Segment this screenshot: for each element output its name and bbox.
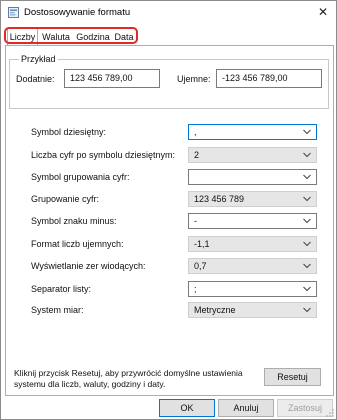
decimal-digits-dropdown[interactable]: 2 xyxy=(188,147,317,163)
measurement-system-dropdown[interactable]: Metryczne xyxy=(188,302,317,318)
digit-grouping-dropdown[interactable]: 123 456 789 xyxy=(188,191,317,207)
positive-example-field: 123 456 789,00 xyxy=(64,69,160,88)
ok-button[interactable]: OK xyxy=(159,399,215,417)
chevron-down-icon xyxy=(303,196,311,202)
example-legend: Przykład xyxy=(19,54,58,64)
decimal-digits-label: Liczba cyfr po symbolu dziesiętnym: xyxy=(31,150,176,160)
leading-zeros-label: Wyświetlanie zer wiodących: xyxy=(31,261,146,271)
negative-example-field: -123 456 789,00 xyxy=(216,69,322,88)
tab-data[interactable]: Data xyxy=(112,30,136,44)
title-bar: Dostosowywanie formatu ✕ xyxy=(1,1,336,25)
measurement-system-label: System miar: xyxy=(31,305,84,315)
chevron-down-icon xyxy=(303,286,311,292)
close-icon: ✕ xyxy=(317,5,329,19)
negative-format-dropdown[interactable]: -1,1 xyxy=(188,236,317,252)
close-button[interactable]: ✕ xyxy=(314,3,332,21)
grouping-symbol-label: Symbol grupowania cyfr: xyxy=(31,172,130,182)
chevron-down-icon xyxy=(303,307,311,313)
negative-format-label: Format liczb ujemnych: xyxy=(31,239,124,249)
app-icon xyxy=(8,7,19,18)
tab-liczby[interactable]: Liczby xyxy=(7,28,38,45)
dialog-window: Dostosowywanie formatu ✕ Liczby Waluta G… xyxy=(0,0,337,420)
chevron-down-icon xyxy=(303,241,311,247)
chevron-down-icon xyxy=(303,152,311,158)
positive-label: Dodatnie: xyxy=(16,74,55,84)
decimal-digits-value: 2 xyxy=(194,150,200,160)
window-title: Dostosowywanie formatu xyxy=(24,7,131,18)
apply-button[interactable]: Zastosuj xyxy=(277,399,333,417)
list-separator-combo[interactable]: ; xyxy=(188,281,317,297)
minus-sign-value: - xyxy=(194,216,197,226)
reset-description: Kliknij przycisk Resetuj, aby przywrócić… xyxy=(14,368,243,389)
tab-waluta[interactable]: Waluta xyxy=(38,30,74,44)
chevron-down-icon xyxy=(303,129,311,135)
cancel-button[interactable]: Anuluj xyxy=(218,399,274,417)
minus-sign-label: Symbol znaku minus: xyxy=(31,216,117,226)
chevron-down-icon xyxy=(303,218,311,224)
digit-grouping-label: Grupowanie cyfr: xyxy=(31,194,100,204)
decimal-symbol-combo[interactable]: , xyxy=(188,124,317,140)
measurement-system-value: Metryczne xyxy=(194,305,236,315)
list-separator-label: Separator listy: xyxy=(31,284,92,294)
list-separator-value: ; xyxy=(194,284,197,294)
leading-zeros-value: 0,7 xyxy=(194,261,207,271)
chevron-down-icon xyxy=(303,263,311,269)
decimal-symbol-label: Symbol dziesiętny: xyxy=(31,127,107,137)
chevron-down-icon xyxy=(303,174,311,180)
negative-label: Ujemne: xyxy=(177,74,211,84)
negative-format-value: -1,1 xyxy=(194,239,210,249)
minus-sign-combo[interactable]: - xyxy=(188,213,317,229)
digit-grouping-value: 123 456 789 xyxy=(194,194,245,204)
resize-grip-icon[interactable] xyxy=(326,409,334,417)
grouping-symbol-combo[interactable] xyxy=(188,169,317,185)
leading-zeros-dropdown[interactable]: 0,7 xyxy=(188,258,317,274)
reset-button[interactable]: Resetuj xyxy=(264,368,321,386)
decimal-symbol-value: , xyxy=(194,127,197,137)
tab-godzina[interactable]: Godzina xyxy=(74,30,112,44)
